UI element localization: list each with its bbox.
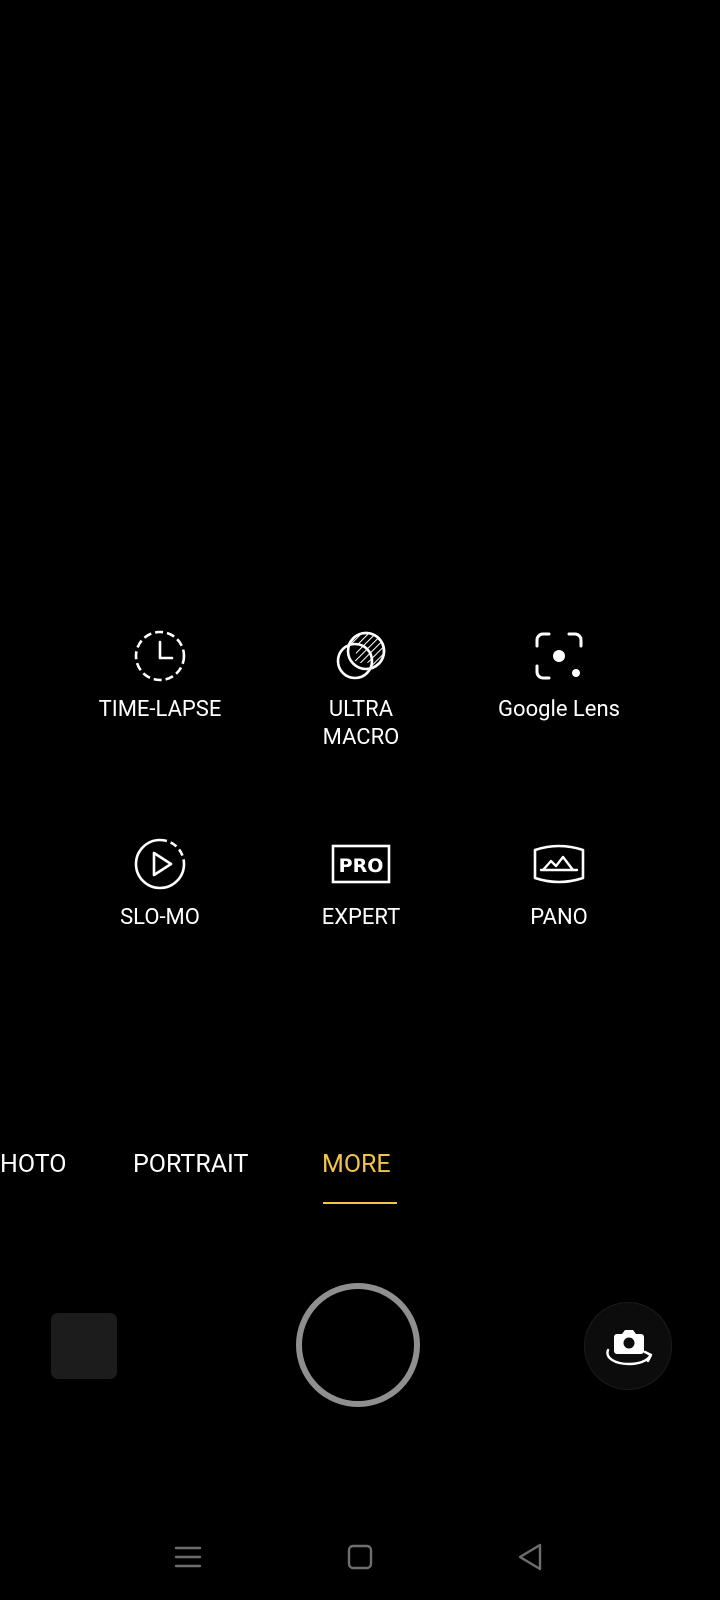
switch-camera-button[interactable] bbox=[584, 1302, 672, 1390]
active-tab-indicator bbox=[323, 1202, 397, 1204]
mode-label: ULTRA MACRO bbox=[322, 697, 400, 750]
mode-label: PANO bbox=[530, 905, 588, 930]
back-button[interactable] bbox=[510, 1537, 550, 1577]
google-lens-icon bbox=[535, 632, 583, 680]
mode-label: Google Lens bbox=[498, 697, 620, 722]
tab-photo[interactable]: HOTO bbox=[0, 1150, 66, 1180]
slow-motion-play-icon bbox=[134, 838, 186, 890]
more-modes-grid: TIME-LAPSE ULTRA MACRO Google Lens SLO-M… bbox=[0, 0, 720, 1000]
tab-more[interactable]: MORE bbox=[322, 1150, 391, 1180]
macro-lens-icon bbox=[336, 631, 386, 680]
switch-camera-icon bbox=[606, 1330, 653, 1366]
timer-dashed-icon bbox=[134, 630, 186, 682]
pro-badge-text: PRO bbox=[339, 855, 384, 877]
menu-icon bbox=[174, 1546, 202, 1568]
tab-portrait[interactable]: PORTRAIT bbox=[133, 1150, 248, 1180]
home-button[interactable] bbox=[340, 1537, 380, 1577]
mode-expert[interactable]: PRO EXPERT bbox=[261, 836, 461, 932]
pro-badge-icon: PRO bbox=[331, 844, 391, 884]
mode-ultra-macro[interactable]: ULTRA MACRO bbox=[261, 628, 461, 752]
panorama-mountain-icon bbox=[533, 844, 585, 884]
camera-mode-strip: HOTO PORTRAIT MORE bbox=[0, 1140, 720, 1210]
gallery-thumbnail[interactable] bbox=[51, 1313, 117, 1379]
mode-label: TIME-LAPSE bbox=[98, 697, 222, 722]
recents-button[interactable] bbox=[168, 1537, 208, 1577]
home-square-icon bbox=[347, 1544, 373, 1570]
mode-pano[interactable]: PANO bbox=[459, 836, 659, 932]
system-navigation-bar bbox=[0, 1520, 720, 1600]
mode-label: SLO-MO bbox=[120, 905, 200, 930]
shutter-button[interactable] bbox=[296, 1283, 420, 1407]
mode-google-lens[interactable]: Google Lens bbox=[459, 628, 659, 724]
mode-label: EXPERT bbox=[321, 905, 401, 930]
back-triangle-icon bbox=[518, 1543, 542, 1571]
mode-slo-mo[interactable]: SLO-MO bbox=[60, 836, 260, 932]
mode-time-lapse[interactable]: TIME-LAPSE bbox=[60, 628, 260, 724]
